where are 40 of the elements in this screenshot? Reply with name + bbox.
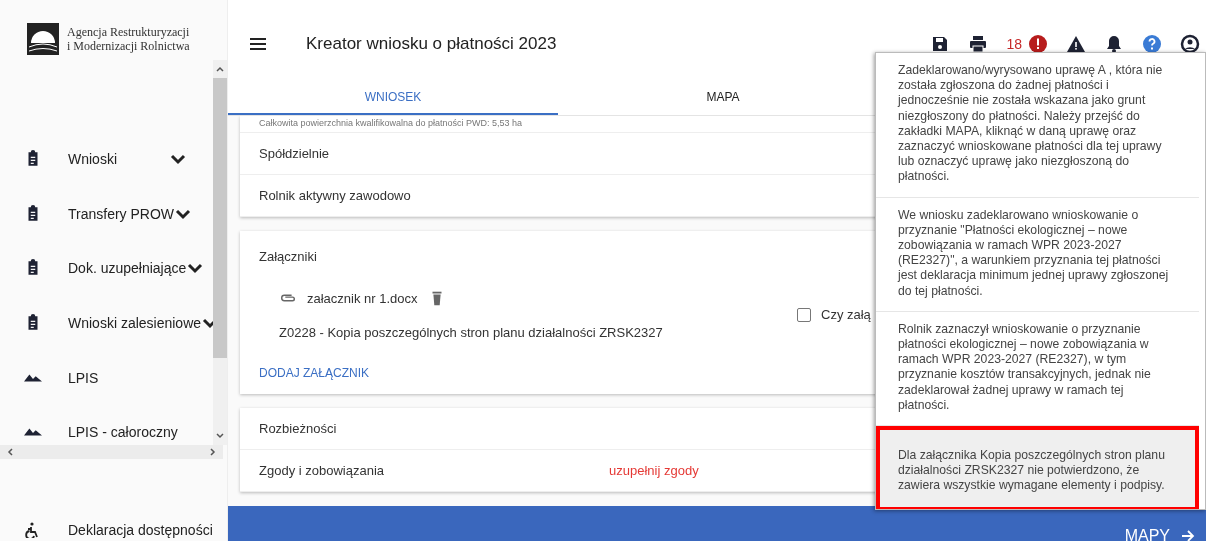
mountain-icon <box>24 373 42 382</box>
sidebar-item[interactable]: Deklaracja dostępności <box>0 506 227 541</box>
error-count: 18 <box>1006 36 1022 52</box>
sidebar-item[interactable]: Wnioski <box>0 132 213 187</box>
account-icon[interactable] <box>1180 34 1200 54</box>
sidebar-item[interactable]: Transfery PROW <box>0 186 213 242</box>
section-title: Załączniki <box>259 249 317 264</box>
add-attachment-button[interactable]: DODAJ ZAŁĄCZNIK <box>259 366 369 380</box>
message-text: We wniosku zadeklarowano wnioskowanie o przyznanie "Płatności ekologicznej – nowe zobowiązania w ramach WPR 2023-2027 (RE2327)", a warunkiem przyznania tej płatności jest deklaracja minimum jednej uprawy zgłoszonej do tej płatności. <box>876 197 1199 312</box>
page-title: Kreator wniosku o płatności 2023 <box>306 34 558 54</box>
message-text: Dla załącznika Kopia poszczególnych stron planu działalności ZRSK2327 nie potwierdzono, że zawiera wszystkie wymagane elementy i podpisy. <box>876 426 1199 509</box>
sidebar-item[interactable]: LPIS - całoroczny <box>0 404 213 445</box>
arrow-right-icon <box>1180 528 1196 541</box>
attachment-description: Z0228 - Kopia poszczególnych stron planu działalności ZRSK2327 <box>278 325 664 340</box>
scroll-right-icon[interactable] <box>209 447 217 457</box>
mountain-icon <box>24 428 42 437</box>
checkbox-label: Czy załą <box>821 307 871 322</box>
print-icon[interactable] <box>968 34 989 54</box>
accessibility-icon <box>24 522 40 538</box>
sidebar-item[interactable]: Dok. uzupełniające <box>0 241 213 296</box>
agency-logo-icon <box>27 23 59 55</box>
section-label[interactable]: Rozbieżności <box>259 421 337 436</box>
go-to-map-button[interactable]: MAPY <box>1124 515 1196 541</box>
warning-icon[interactable] <box>1066 34 1086 54</box>
checkbox[interactable] <box>797 307 811 322</box>
scroll-left-icon[interactable] <box>6 447 14 457</box>
vertical-scrollbar[interactable] <box>213 60 227 445</box>
scroll-down-icon[interactable] <box>215 431 225 441</box>
scroll-up-icon[interactable] <box>215 64 225 74</box>
status-text: uzupełnij zgody <box>609 463 699 478</box>
section-label[interactable]: Zgody i zobowiązania <box>259 463 385 478</box>
error-icon[interactable] <box>1028 34 1048 54</box>
bell-icon[interactable] <box>1104 34 1124 54</box>
sidebar-item[interactable]: LPIS <box>0 350 213 405</box>
help-icon[interactable] <box>1142 34 1162 54</box>
message-text: Zadeklarowano/wyrysowano uprawę A , która nie została zgłoszona do żadnej płatności i jednocześnie nie została wskazana jako grunt niezgłoszony do płatności. Należy przejść do zakładki MAPA, kliknąć w daną uprawę oraz zaznaczyć wnioskowane płatności dla tej uprawy lub oznaczyć uprawę jako niezgłoszoną do płatności. <box>876 53 1199 198</box>
horizontal-scrollbar[interactable] <box>0 445 223 459</box>
agency-name: Agencja Restrukturyzacji i Modernizacji Rolnictwa <box>67 25 190 53</box>
file-name: załacznik nr 1.docx <box>307 290 418 306</box>
sidebar-item[interactable]: Wnioski zalesieniowe <box>0 295 213 351</box>
